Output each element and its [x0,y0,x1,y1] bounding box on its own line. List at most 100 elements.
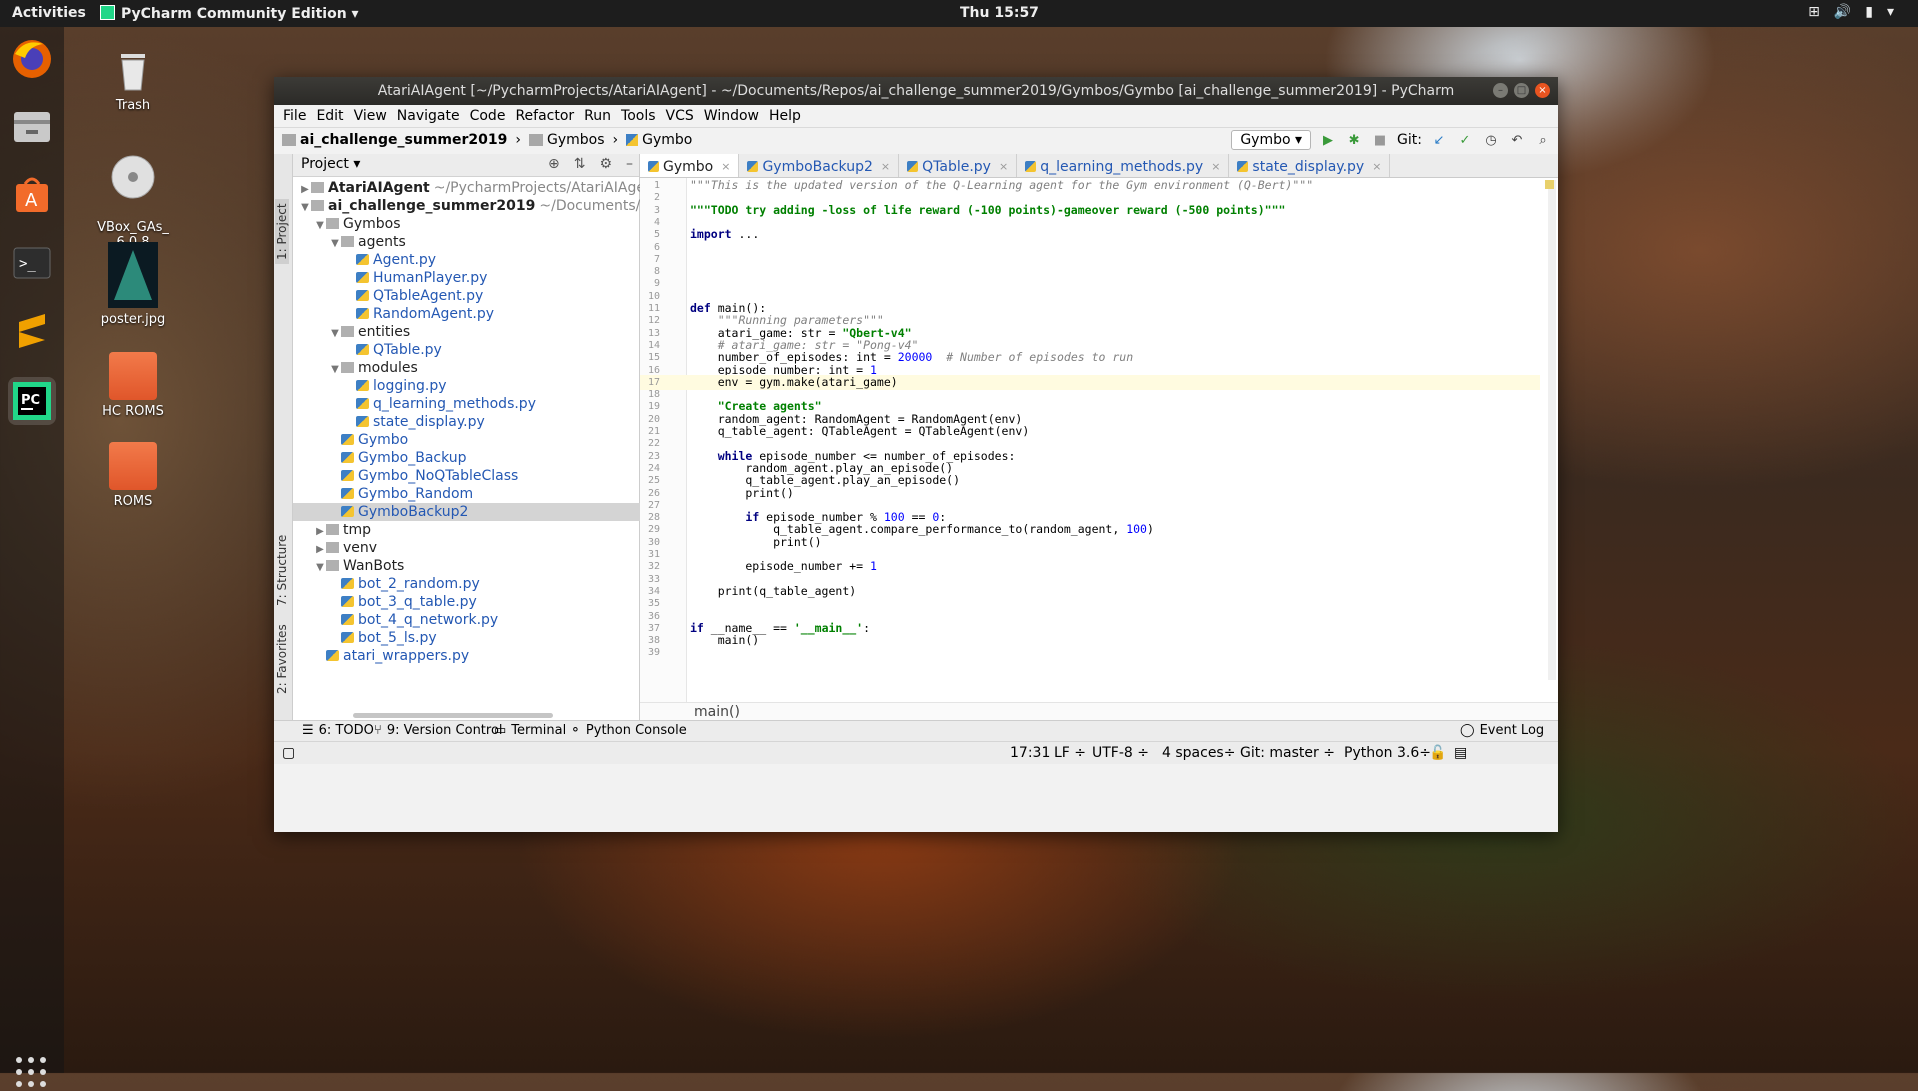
tree-file-item[interactable]: bot_4_q_network.py [293,611,675,629]
vertical-scrollbar[interactable] [1548,180,1556,680]
search-icon[interactable]: ⌕ [1534,131,1552,149]
files-icon[interactable] [8,103,56,151]
tree-file-item[interactable]: bot_2_random.py [293,575,675,593]
desktop-poster[interactable]: poster.jpg [83,242,183,327]
tool-tab-favorites[interactable]: 2: Favorites [275,624,289,694]
tree-folder-item[interactable]: ▼ ai_challenge_summer2019 ~/Documents/Repo… [293,197,732,215]
minimize-icon[interactable]: – [1493,83,1508,98]
project-view-select[interactable]: Project ▾ [301,156,360,172]
chevron-down-icon[interactable]: ▾ [1887,4,1894,20]
menu-file[interactable]: File [279,108,310,124]
tree-file-item[interactable]: bot_5_ls.py [293,629,675,647]
python-console-tool-button[interactable]: ⚬ Python Console [570,723,687,738]
tab-gymbobackup2[interactable]: GymboBackup2 × [739,154,900,177]
menu-code[interactable]: Code [466,108,510,124]
tree-file-item[interactable]: QTableAgent.py [293,287,690,305]
toggle-tool-windows-icon[interactable]: ▢ [282,745,295,761]
close-icon[interactable]: × [881,160,890,173]
menu-refactor[interactable]: Refactor [511,108,578,124]
tree-file-item[interactable]: logging.py [293,377,690,395]
tree-file-item[interactable]: QTable.py [293,341,690,359]
menu-navigate[interactable]: Navigate [393,108,464,124]
tool-tab-project[interactable]: 1: Project [275,199,289,264]
show-applications-icon[interactable] [16,1057,50,1091]
firefox-icon[interactable] [8,35,56,83]
menu-tools[interactable]: Tools [617,108,660,124]
caret-position[interactable]: 17:31 [1010,745,1050,761]
history-icon[interactable]: ◷ [1482,131,1500,149]
close-icon[interactable]: × [999,160,1008,173]
memory-icon[interactable]: ▤ [1454,745,1467,761]
tree-file-item[interactable]: Gymbo_Random [293,485,675,503]
tree-folder-item[interactable]: ▼ Gymbos [293,215,660,233]
menu-vcs[interactable]: VCS [662,108,698,124]
version-control-tool-button[interactable]: ⑂ 9: Version Control [374,723,503,738]
stop-icon[interactable]: ■ [1371,131,1389,149]
revert-icon[interactable]: ↶ [1508,131,1526,149]
code-breadcrumb-label[interactable]: main() [694,704,740,720]
tab-state-display[interactable]: state_display.py × [1229,154,1391,177]
window-titlebar[interactable]: AtariAIAgent [~/PycharmProjects/AtariAIA… [274,77,1558,105]
tab-gymbo[interactable]: Gymbo × [640,154,740,177]
tree-folder-item[interactable]: ▼ modules [293,359,675,377]
close-icon[interactable]: × [1372,160,1381,173]
sublime-icon[interactable] [8,307,56,355]
tree-folder-item[interactable]: ▼ WanBots [293,557,660,575]
file-encoding[interactable]: UTF-8 ÷ [1092,745,1149,761]
code-line[interactable]: 39 [640,645,1540,660]
maximize-icon[interactable]: □ [1514,83,1529,98]
indent-setting[interactable]: 4 spaces÷ [1162,745,1235,761]
tab-q-learning-methods[interactable]: q_learning_methods.py × [1017,154,1230,177]
tree-file-item[interactable]: Gymbo [293,431,675,449]
lock-icon[interactable]: 🔓 [1429,745,1446,761]
tree-file-item[interactable]: bot_3_q_table.py [293,593,675,611]
desktop-trash[interactable]: Trash [83,46,183,113]
gear-icon[interactable]: ⚙ [599,156,612,172]
breadcrumb-item[interactable]: ai_challenge_summer2019 [282,132,507,148]
tree-folder-item[interactable]: ▶ AtariAIAgent ~/PycharmProjects/AtariAIAg… [293,179,659,197]
close-icon[interactable]: × [1211,160,1220,173]
tree-file-item[interactable]: Gymbo_NoQTableClass [293,467,675,485]
tree-file-item[interactable]: atari_wrappers.py [293,647,660,665]
hide-icon[interactable]: – [626,156,633,172]
tree-folder-item[interactable]: ▶ venv [293,539,660,557]
horizontal-scrollbar[interactable] [353,713,553,718]
software-icon[interactable]: A [8,171,56,219]
run-configuration-select[interactable]: Gymbo ▾ [1231,130,1312,150]
tree-file-item[interactable]: HumanPlayer.py [293,269,690,287]
menu-run[interactable]: Run [580,108,615,124]
git-branch[interactable]: Git: master ÷ [1240,745,1335,761]
desktop-hc-roms[interactable]: HC ROMS [83,352,183,419]
volume-icon[interactable]: 🔊 [1834,4,1851,20]
battery-icon[interactable]: ▮ [1865,4,1873,20]
locate-icon[interactable]: ⊕ [548,156,560,172]
tree-file-item[interactable]: q_learning_methods.py [293,395,690,413]
collapse-icon[interactable]: ⇅ [574,156,586,172]
tree-folder-item[interactable]: ▼ agents [293,233,675,251]
todo-tool-button[interactable]: ☰ 6: TODO [302,723,374,738]
app-menu[interactable]: PyCharm Community Edition ▾ [100,5,359,22]
tree-file-item[interactable]: state_display.py [293,413,690,431]
code-area[interactable]: 1 """This is the updated version of the Q… [640,178,1558,702]
tree-folder-item[interactable]: ▼ entities [293,323,675,341]
menu-view[interactable]: View [350,108,391,124]
pycharm-dock-icon[interactable]: PC [8,377,56,425]
tab-qtable[interactable]: QTable.py × [899,154,1018,177]
tool-tab-structure[interactable]: 7: Structure [275,535,289,606]
git-commit-icon[interactable]: ✓ [1456,131,1474,149]
terminal-tool-button[interactable]: ▭ Terminal [494,723,566,738]
close-icon[interactable]: × [1535,83,1550,98]
tree-folder-item[interactable]: ▶ tmp [293,521,660,539]
tree-file-item[interactable]: Gymbo_Backup [293,449,675,467]
tree-file-item[interactable]: GymboBackup2 [293,503,675,521]
desktop-roms[interactable]: ROMS [83,442,183,509]
menu-help[interactable]: Help [765,108,805,124]
tree-file-item[interactable]: Agent.py [293,251,690,269]
close-icon[interactable]: × [721,160,730,173]
event-log-tool-button[interactable]: ◯ Event Log [1460,723,1544,738]
python-interpreter[interactable]: Python 3.6÷ [1344,745,1431,761]
debug-icon[interactable]: ✱ [1345,131,1363,149]
menu-edit[interactable]: Edit [312,108,347,124]
git-update-icon[interactable]: ↙ [1430,131,1448,149]
inspection-marker[interactable] [1545,180,1554,189]
